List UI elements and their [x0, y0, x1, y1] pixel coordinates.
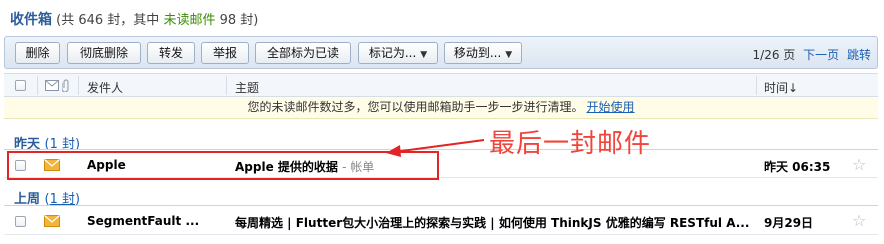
- annotation-label: 最后一封邮件: [489, 129, 652, 159]
- column-subject[interactable]: 主题: [235, 79, 259, 96]
- mark-all-read-button[interactable]: 全部标为已读: [255, 42, 351, 64]
- next-page-link[interactable]: 下一页: [803, 48, 839, 62]
- toolbar: 删除 彻底删除 转发 举报 全部标为已读 标记为... ▼ 移动到... ▼ 1/2…: [4, 36, 878, 69]
- start-using-link[interactable]: 开始使用: [587, 100, 635, 114]
- page-info: 1/26 页: [752, 48, 796, 62]
- row-checkbox[interactable]: [15, 216, 26, 227]
- select-all-checkbox[interactable]: [15, 80, 26, 91]
- divider: [37, 76, 38, 95]
- received-time: 9月29日: [764, 216, 814, 230]
- mark-as-dropdown[interactable]: 标记为... ▼: [358, 42, 438, 64]
- group-divider: [4, 205, 878, 206]
- column-sender[interactable]: 发件人: [87, 79, 123, 96]
- column-time[interactable]: 时间↓: [764, 79, 798, 96]
- report-button[interactable]: 举报: [201, 42, 249, 64]
- cleanup-notice: 您的未读邮件数过多，您可以使用邮箱助手一步一步进行清理。 开始使用: [4, 97, 878, 119]
- unread-link[interactable]: 未读邮件: [163, 13, 215, 28]
- pager: 1/26 页 下一页 跳转: [753, 46, 871, 63]
- chevron-down-icon: ▼: [505, 50, 513, 60]
- page-title: 收件箱: [10, 12, 52, 28]
- sender: SegmentFault ...: [87, 214, 200, 228]
- annotation-arrow-icon: [386, 139, 485, 157]
- mail-row[interactable]: SegmentFault ... 每周精选 | Flutter包大小治理上的探索…: [4, 208, 878, 235]
- forward-button[interactable]: 转发: [147, 42, 195, 64]
- envelope-column-icon: [45, 80, 59, 91]
- summary-prefix: (共 646 封，其中: [56, 13, 160, 28]
- notice-text: 您的未读邮件数过多，您可以使用邮箱助手一步一步进行清理。: [247, 100, 584, 114]
- move-to-label: 移动到...: [453, 46, 502, 60]
- received-time: 昨天 06:35: [764, 160, 831, 174]
- jump-link[interactable]: 跳转: [847, 48, 871, 62]
- summary-suffix: 98 封): [219, 13, 259, 28]
- mark-as-label: 标记为...: [368, 46, 417, 60]
- delete-permanently-button[interactable]: 彻底删除: [67, 42, 141, 64]
- star-icon[interactable]: ☆: [852, 211, 866, 230]
- envelope-icon: [44, 215, 60, 227]
- attachment-icon: [62, 79, 69, 92]
- highlight-box: [7, 151, 439, 180]
- star-icon[interactable]: ☆: [852, 155, 866, 174]
- move-to-dropdown[interactable]: 移动到... ▼: [444, 42, 522, 64]
- mailbox-header: 收件箱 (共 646 封，其中 未读邮件 98 封): [10, 9, 258, 29]
- subject: 每周精选 | Flutter包大小治理上的探索与实践 | 如何使用 ThinkJ…: [235, 214, 755, 231]
- chevron-down-icon: ▼: [420, 50, 428, 60]
- delete-button[interactable]: 删除: [15, 42, 60, 64]
- divider: [756, 76, 757, 95]
- divider: [78, 76, 79, 95]
- column-header: 发件人 主题 时间↓: [4, 73, 878, 97]
- divider: [226, 76, 227, 95]
- subject-text: 每周精选 | Flutter包大小治理上的探索与实践 | 如何使用 ThinkJ…: [235, 216, 750, 230]
